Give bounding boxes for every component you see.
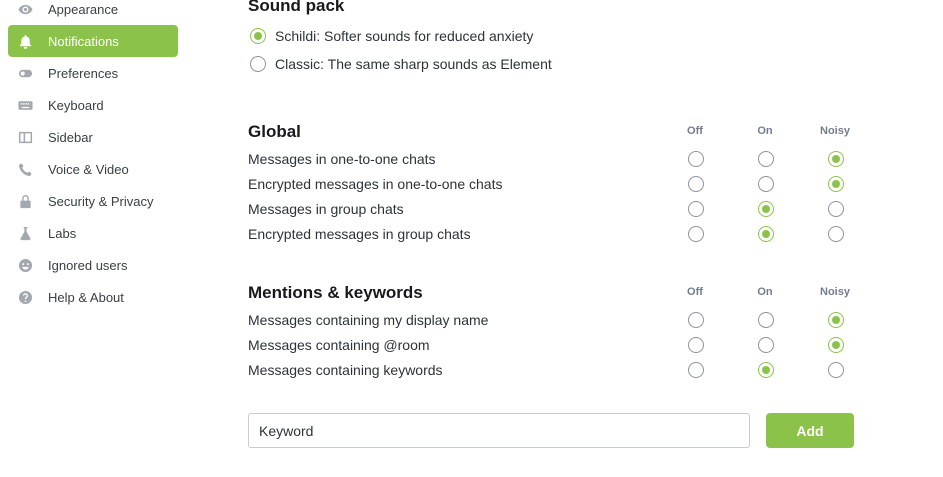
sidebar-item-label: Ignored users — [48, 257, 128, 273]
radio-button[interactable] — [250, 56, 266, 72]
mentions-row-2-off-radio[interactable] — [688, 362, 704, 378]
sound-option-label: Schildi: Softer sounds for reduced anxie… — [275, 28, 534, 44]
smiley-icon — [17, 257, 33, 273]
mentions-row-1-noisy-radio[interactable] — [828, 337, 844, 353]
global-row-label: Encrypted messages in group chats — [248, 226, 471, 242]
keyboard-icon — [17, 97, 33, 113]
sidebar-item-keyboard[interactable]: Keyboard — [8, 89, 178, 121]
sidebar-item-label: Keyboard — [48, 97, 104, 113]
sidebar-item-label: Preferences — [48, 65, 119, 81]
flask-icon — [17, 225, 33, 241]
sidebar-item-voice-video[interactable]: Voice & Video — [8, 153, 178, 185]
mentions-row-1-off-radio[interactable] — [688, 337, 704, 353]
mentions-heading: Mentions & keywords — [248, 283, 423, 302]
global-row-3-noisy-radio[interactable] — [828, 226, 844, 242]
sidebar-item-notifications[interactable]: Notifications — [8, 25, 178, 57]
sidebar-item-sidebar[interactable]: Sidebar — [8, 121, 178, 153]
column-header-noisy: Noisy — [820, 125, 850, 137]
mentions-row-0-noisy-radio[interactable] — [828, 312, 844, 328]
help-icon — [17, 289, 33, 305]
global-row-label: Messages in one-to-one chats — [248, 151, 436, 167]
global-row-0-on-radio[interactable] — [758, 151, 774, 167]
global-row-2-off-radio[interactable] — [688, 201, 704, 217]
sidebar-item-label: Labs — [48, 225, 77, 241]
column-header-on: On — [757, 286, 773, 298]
sidebar-item-ignored-users[interactable]: Ignored users — [8, 249, 178, 281]
sidebar-item-help-about[interactable]: Help & About — [8, 281, 178, 313]
global-row-label: Messages in group chats — [248, 201, 404, 217]
bell-icon — [17, 33, 33, 49]
sidebar-item-labs[interactable]: Labs — [8, 217, 178, 249]
add-keyword-button[interactable]: Add — [766, 413, 854, 448]
sidebar-item-label: Sidebar — [48, 129, 93, 145]
keyword-input[interactable] — [248, 413, 750, 448]
global-row-1-on-radio[interactable] — [758, 176, 774, 192]
sidebar-item-security-privacy[interactable]: Security & Privacy — [8, 185, 178, 217]
sidebar-icon — [17, 129, 33, 145]
global-row-3-on-radio[interactable] — [758, 226, 774, 242]
sidebar-item-label: Voice & Video — [48, 161, 129, 177]
mentions-row-label: Messages containing @room — [248, 337, 430, 353]
global-row-label: Encrypted messages in one-to-one chats — [248, 176, 503, 192]
sound-option-schildi[interactable]: Schildi: Softer sounds for reduced anxie… — [250, 26, 533, 46]
toggle-icon — [17, 65, 33, 81]
column-header-off: Off — [687, 125, 703, 137]
sidebar-item-label: Notifications — [48, 33, 119, 49]
column-header-on: On — [757, 125, 773, 137]
mentions-row-2-noisy-radio[interactable] — [828, 362, 844, 378]
global-row-0-noisy-radio[interactable] — [828, 151, 844, 167]
column-header-noisy: Noisy — [820, 286, 850, 298]
notifications-panel: Sound pack Schildi: Softer sounds for re… — [248, 0, 858, 477]
mentions-row-0-on-radio[interactable] — [758, 312, 774, 328]
global-row-1-noisy-radio[interactable] — [828, 176, 844, 192]
sound-option-classic[interactable]: Classic: The same sharp sounds as Elemen… — [250, 54, 552, 74]
global-row-2-on-radio[interactable] — [758, 201, 774, 217]
mentions-row-1-on-radio[interactable] — [758, 337, 774, 353]
lock-icon — [17, 193, 33, 209]
sound-option-label: Classic: The same sharp sounds as Elemen… — [275, 56, 552, 72]
sidebar-item-appearance[interactable]: Appearance — [8, 0, 178, 25]
sidebar-item-label: Help & About — [48, 289, 124, 305]
settings-sidebar: Appearance Notifications Preferences Key… — [0, 0, 190, 477]
radio-button[interactable] — [250, 28, 266, 44]
phone-icon — [17, 161, 33, 177]
mentions-row-label: Messages containing keywords — [248, 362, 443, 378]
global-row-0-off-radio[interactable] — [688, 151, 704, 167]
sidebar-item-label: Security & Privacy — [48, 193, 154, 209]
global-row-3-off-radio[interactable] — [688, 226, 704, 242]
global-row-1-off-radio[interactable] — [688, 176, 704, 192]
global-heading: Global — [248, 122, 301, 141]
mentions-row-label: Messages containing my display name — [248, 312, 489, 328]
sound-pack-heading: Sound pack — [248, 0, 345, 15]
column-header-off: Off — [687, 286, 703, 298]
eye-icon — [17, 1, 33, 17]
sidebar-item-preferences[interactable]: Preferences — [8, 57, 178, 89]
sidebar-item-label: Appearance — [48, 1, 119, 17]
mentions-row-0-off-radio[interactable] — [688, 312, 704, 328]
global-row-2-noisy-radio[interactable] — [828, 201, 844, 217]
mentions-row-2-on-radio[interactable] — [758, 362, 774, 378]
